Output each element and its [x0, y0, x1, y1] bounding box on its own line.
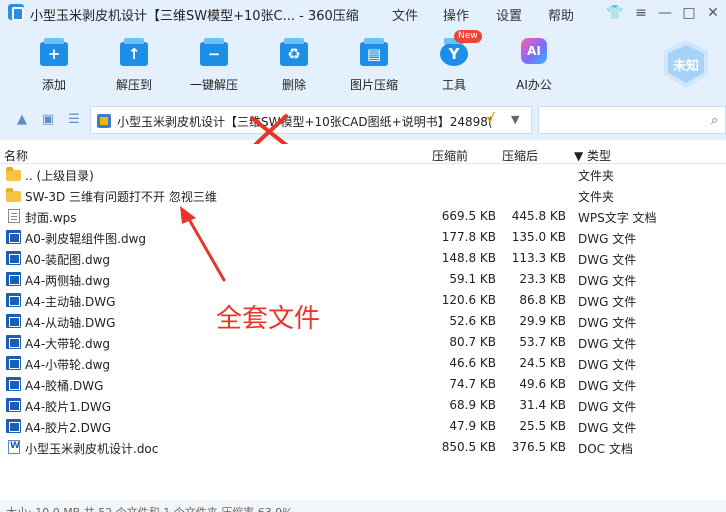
dwg-file-icon — [6, 356, 21, 370]
column-compressed[interactable]: 压缩后 — [502, 147, 538, 164]
dwg-file-icon — [6, 335, 21, 349]
address-path: 小型玉米剥皮机设计【三维SW模型+10张CAD图纸+说明书】24898( — [117, 115, 493, 129]
address-row: ▲ ▣ ☰ 小型玉米剥皮机设计【三维SW模型+10张CAD图纸+说明书】2489… — [0, 104, 726, 136]
ai-office-button[interactable]: AI AI办公 — [499, 36, 569, 96]
dwg-file-icon — [6, 272, 21, 286]
extract-to-label: 解压到 — [115, 78, 152, 92]
table-row[interactable]: 封面.wps 669.5 KB 445.8 KB WPS文字 文档 — [0, 206, 726, 227]
column-type[interactable]: ▼ 类型 — [574, 147, 611, 164]
new-badge: New — [454, 30, 482, 43]
dwg-file-icon — [6, 230, 21, 244]
add-icon: + — [38, 36, 70, 68]
shield-status-text: 未知 — [672, 59, 699, 74]
dwg-file-icon — [6, 377, 21, 391]
wps-file-icon — [8, 209, 20, 223]
checkmark-icon: √ — [486, 112, 495, 127]
one-click-extract-icon: − — [198, 36, 230, 68]
ai-office-icon: AI — [518, 36, 550, 68]
minimize-icon[interactable]: — — [656, 4, 674, 22]
column-size[interactable]: 压缩前 — [432, 147, 468, 164]
table-row[interactable]: A4-小带轮.dwg 46.6 KB 24.5 KB DWG 文件 — [0, 353, 726, 374]
tools-button[interactable]: Y New 工具 — [419, 30, 489, 96]
chevron-down-icon[interactable]: ▼ — [511, 113, 519, 126]
dwg-file-icon — [6, 419, 21, 433]
dwg-file-icon — [6, 398, 21, 412]
archive-icon — [97, 114, 111, 128]
status-bar: 大小: 10.0 MB 共 52 个文件和 1 个文件夹 压缩率 63.9% — [0, 500, 726, 512]
table-row[interactable]: .. (上级目录) 文件夹 — [0, 164, 726, 185]
image-compress-icon: ▤ — [358, 36, 390, 68]
menu-file[interactable]: 文件 — [392, 5, 418, 24]
file-list: .. (上级目录) 文件夹 SW-3D 三维有问题打不开 忽视三维 文件夹 封面.w… — [0, 164, 726, 458]
image-compress-button[interactable]: ▤ 图片压缩 — [339, 36, 409, 96]
search-icon[interactable]: ⌕ — [711, 113, 718, 128]
annotation-text: 全套文件 — [216, 304, 321, 334]
top-panel: 小型玉米剥皮机设计【三维SW模型+10张C... - 360压缩 文件 操作 设… — [0, 0, 726, 140]
image-compress-label: 图片压缩 — [349, 78, 398, 92]
folder-icon — [6, 188, 21, 202]
view-icon[interactable]: ▣ — [40, 112, 56, 128]
table-row[interactable]: 小型玉米剥皮机设计.doc850.5 KB376.5 KBDOC 文档 — [0, 437, 726, 458]
dwg-file-icon — [6, 251, 21, 265]
table-row[interactable]: A4-胶桶.DWG 74.7 KB 49.6 KB DWG 文件 — [0, 374, 726, 395]
list-view-icon[interactable]: ☰ — [66, 112, 82, 128]
one-click-extract-label: 一键解压 — [189, 78, 238, 92]
window-title: 小型玉米剥皮机设计【三维SW模型+10张C... - 360压缩 — [30, 9, 359, 24]
table-row[interactable]: SW-3D 三维有问题打不开 忽视三维 文件夹 — [0, 185, 726, 206]
table-row[interactable]: A4-胶片1.DWG 68.9 KB 31.4 KB DWG 文件 — [0, 395, 726, 416]
tools-icon: Y New — [438, 30, 482, 68]
table-row[interactable]: A0-剥皮辊组件图.dwg 177.8 KB 135.0 KB DWG 文件 — [0, 227, 726, 248]
menu-icon[interactable]: ≡ — [632, 4, 650, 22]
doc-file-icon — [8, 440, 20, 454]
up-arrow-icon[interactable]: ▲ — [14, 112, 30, 128]
column-name[interactable]: 名称 — [4, 147, 28, 164]
status-text: 大小: 10.0 MB 共 52 个文件和 1 个文件夹 压缩率 63.9% — [6, 504, 293, 512]
add-button[interactable]: + 添加 — [19, 36, 89, 96]
menu-operate[interactable]: 操作 — [443, 5, 469, 24]
table-row[interactable]: A0-装配图.dwg 148.8 KB 113.3 KB DWG 文件 — [0, 248, 726, 269]
menu-settings[interactable]: 设置 — [496, 5, 522, 24]
search-input[interactable]: ⌕ — [538, 106, 726, 134]
one-click-extract-button[interactable]: − 一键解压 — [179, 36, 249, 96]
table-row[interactable]: A4-从动轴.DWG 52.6 KB 29.9 KB DWG 文件 — [0, 311, 726, 332]
delete-icon: ♻ — [278, 36, 310, 68]
tools-label: 工具 — [441, 78, 466, 92]
title-bar: 小型玉米剥皮机设计【三维SW模型+10张C... - 360压缩 文件 操作 设… — [0, 0, 726, 26]
maximize-icon[interactable]: □ — [680, 4, 698, 22]
security-shield-icon[interactable]: 未知 — [660, 38, 712, 90]
table-row[interactable]: A4-大带轮.dwg 80.7 KB 53.7 KB DWG 文件 — [0, 332, 726, 353]
dwg-file-icon — [6, 314, 21, 328]
dwg-file-icon — [6, 293, 21, 307]
delete-button[interactable]: ♻ 删除 — [259, 36, 329, 96]
ai-office-label: AI办公 — [516, 78, 552, 92]
address-bar[interactable]: 小型玉米剥皮机设计【三维SW模型+10张CAD图纸+说明书】24898( √ ▼ — [90, 106, 532, 134]
table-row[interactable]: A4-两侧轴.dwg 59.1 KB 23.3 KB DWG 文件 — [0, 269, 726, 290]
close-icon[interactable]: ✕ — [704, 4, 722, 22]
menu-help[interactable]: 帮助 — [548, 5, 574, 24]
table-row[interactable]: A4-胶片2.DWG 47.9 KB 25.5 KB DWG 文件 — [0, 416, 726, 437]
extract-to-button[interactable]: ↑ 解压到 — [99, 36, 169, 96]
delete-label: 删除 — [281, 78, 306, 92]
skin-icon[interactable]: 👕 — [606, 4, 624, 22]
red-arrow-annotation — [180, 206, 226, 282]
table-header: 名称 压缩前 压缩后 ▼ 类型 — [0, 144, 726, 164]
table-row[interactable]: A4-主动轴.DWG 120.6 KB 86.8 KB DWG 文件 — [0, 290, 726, 311]
add-label: 添加 — [41, 78, 66, 92]
extract-to-icon: ↑ — [118, 36, 150, 68]
app-logo-icon — [8, 4, 24, 21]
folder-icon — [6, 167, 21, 181]
